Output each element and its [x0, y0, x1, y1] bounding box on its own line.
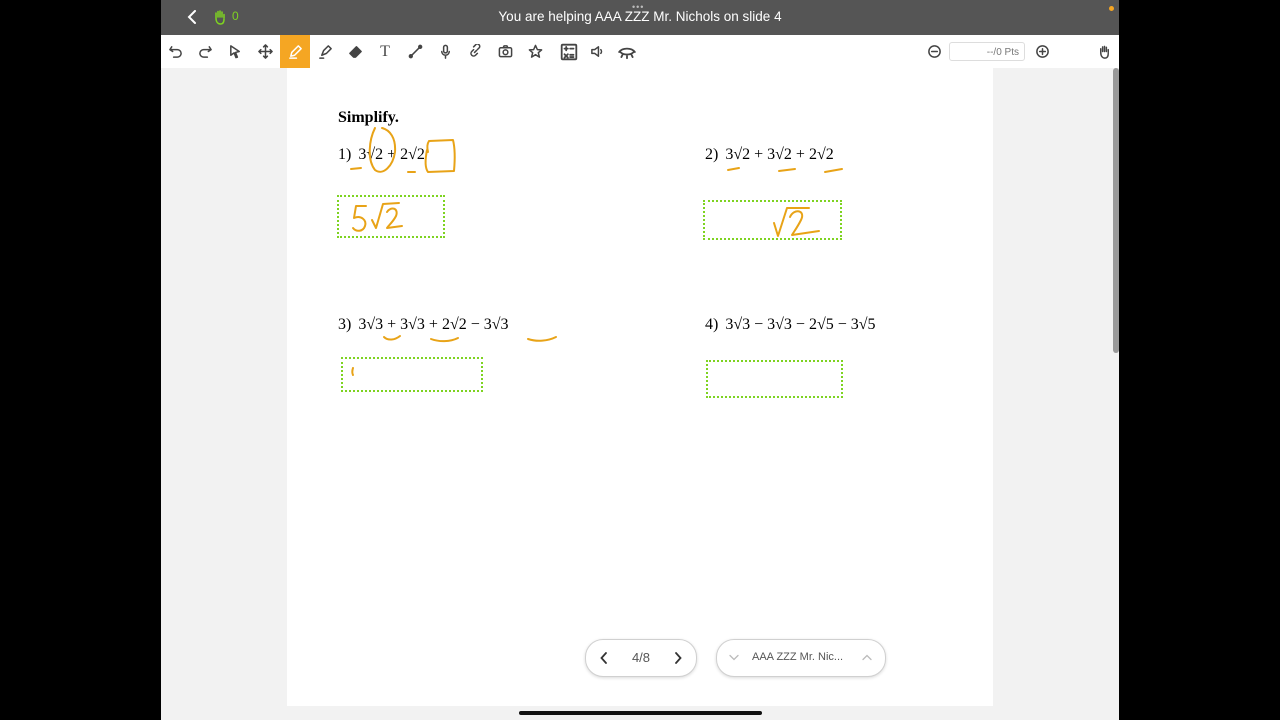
problem-expression: 3√2 + 3√2 + 2√2: [725, 146, 834, 163]
problem-1: 1) 3√2 + 2√2: [338, 146, 425, 164]
problem-3: 3) 3√3 + 3√3 + 2√2 − 3√3: [338, 316, 509, 334]
canvas-area[interactable]: Simplify. 1) 3√2 + 2√2 2) 3√2 + 3√2 + 2√2 …: [161, 68, 1119, 720]
camera-tool[interactable]: [490, 35, 520, 68]
chevron-left-icon: [600, 652, 607, 664]
select-icon: [229, 45, 240, 59]
zoom-out-button[interactable]: [919, 35, 949, 68]
star-icon: [528, 44, 542, 58]
next-slide-button[interactable]: [668, 648, 688, 668]
chevron-up-icon[interactable]: [860, 650, 874, 664]
pen-tool[interactable]: [280, 35, 310, 68]
worksheet-page[interactable]: Simplify. 1) 3√2 + 2√2 2) 3√2 + 3√2 + 2√2 …: [287, 68, 993, 706]
answer-box-3[interactable]: [341, 357, 483, 392]
microphone-icon: [440, 44, 450, 59]
top-bar: 0 ••• You are helping AAA ZZZ Mr. Nichol…: [161, 0, 1119, 35]
answer-box-1[interactable]: [337, 195, 445, 238]
prev-slide-button[interactable]: [594, 648, 614, 668]
hide-icon: [618, 47, 636, 59]
move-icon: [257, 44, 273, 59]
link-icon: [469, 44, 480, 57]
problem-number: 2): [705, 146, 719, 163]
text-icon: T: [380, 42, 390, 60]
pan-tool[interactable]: [1089, 35, 1119, 68]
points-field[interactable]: --/0 Pts: [949, 42, 1025, 61]
zoom-in-button[interactable]: [1027, 35, 1057, 68]
drawing-toolbar: T --/0 Pts: [161, 35, 1119, 69]
pen-icon: [288, 45, 302, 59]
student-name: AAA ZZZ Mr. Nic...: [752, 651, 844, 663]
calculator-icon: [560, 43, 578, 60]
audio-record-tool[interactable]: [430, 35, 460, 68]
hand-icon: [1099, 45, 1109, 59]
line-tool[interactable]: [400, 35, 430, 68]
ink-underline-p2-a: [727, 167, 740, 171]
ink-underline-p2-c: [824, 168, 843, 173]
speaker-tool[interactable]: [582, 35, 612, 68]
undo-button[interactable]: [161, 35, 190, 68]
problem-number: 3): [338, 316, 352, 333]
slide-pager: 4/8: [585, 639, 697, 677]
text-tool[interactable]: T: [370, 35, 400, 68]
star-tool[interactable]: [520, 35, 550, 68]
ink-underline-p2-b: [778, 168, 796, 172]
hide-tool[interactable]: [612, 35, 642, 68]
problem-expression: 3√3 + 3√3 + 2√2 − 3√3: [358, 316, 509, 333]
minus-circle-icon: [927, 45, 941, 58]
slide-indicator: 4/8: [631, 650, 651, 665]
worksheet-heading: Simplify.: [338, 109, 399, 126]
session-title: You are helping AAA ZZZ Mr. Nichols on s…: [498, 9, 782, 24]
eraser-icon: [348, 46, 362, 58]
status-dot: [1109, 6, 1114, 11]
problem-expression: 3√3 − 3√3 − 2√5 − 3√5: [725, 316, 876, 333]
problem-number: 4): [705, 316, 719, 333]
calculator-tool[interactable]: [554, 35, 584, 68]
chevron-right-icon: [675, 652, 682, 664]
line-icon: [408, 44, 422, 59]
camera-icon: [498, 45, 512, 58]
problem-number: 1): [338, 146, 352, 163]
problem-2: 2) 3√2 + 3√2 + 2√2: [705, 146, 834, 164]
redo-button[interactable]: [190, 35, 220, 68]
ink-underline-p3-b: [430, 337, 459, 343]
answer-box-2[interactable]: [703, 200, 842, 240]
link-tool[interactable]: [460, 35, 490, 68]
student-selector[interactable]: AAA ZZZ Mr. Nic...: [716, 639, 886, 677]
chevron-down-icon[interactable]: [727, 650, 741, 664]
ink-box-radical-2: [424, 139, 456, 173]
redo-icon: [198, 46, 212, 58]
plus-circle-icon: [1035, 45, 1049, 58]
problem-expression: 3√2 + 2√2: [358, 146, 425, 163]
undo-icon: [168, 46, 182, 58]
highlighter-icon: [318, 45, 332, 59]
speaker-icon: [590, 46, 602, 57]
vertical-scrollbar[interactable]: [1113, 68, 1119, 353]
move-tool[interactable]: [250, 35, 280, 68]
highlighter-tool[interactable]: [310, 35, 340, 68]
app-window: 0 ••• You are helping AAA ZZZ Mr. Nichol…: [161, 0, 1119, 720]
ink-underline-3: [350, 167, 362, 170]
problem-4: 4) 3√3 − 3√3 − 2√5 − 3√5: [705, 316, 876, 334]
ink-underline-p3-c: [527, 336, 557, 342]
select-tool[interactable]: [220, 35, 250, 68]
ink-underline-p3-a: [383, 335, 401, 341]
eraser-tool[interactable]: [340, 35, 370, 68]
answer-box-4[interactable]: [706, 360, 843, 398]
home-indicator[interactable]: [519, 711, 762, 715]
